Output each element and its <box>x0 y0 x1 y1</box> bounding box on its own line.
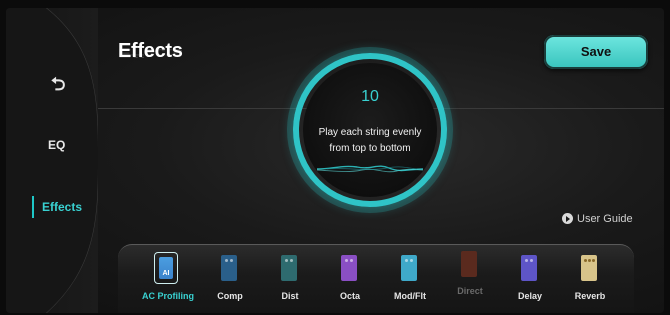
user-guide-link[interactable]: User Guide <box>562 213 633 225</box>
pedal-label: AC Profiling <box>142 291 194 301</box>
effects-pedal-tray: AI AC Profiling Comp Dist Octa Mod/Flt D… <box>118 244 634 313</box>
pedal-comp[interactable]: Comp <box>200 251 260 311</box>
pedal-label: Direct <box>457 286 483 296</box>
pedal-reverb[interactable]: Reverb <box>560 251 620 311</box>
app-window: ⮌ EQ Effects Effects Effects Save 10 Pla… <box>6 8 664 313</box>
play-circle-icon <box>562 213 573 224</box>
reverb-pedal-icon <box>581 255 597 281</box>
delay-pedal-icon <box>521 255 537 281</box>
pedal-direct[interactable]: Direct <box>440 251 500 311</box>
sidebar: ⮌ EQ Effects <box>6 8 98 313</box>
pedal-mod-flt[interactable]: Mod/Flt <box>380 251 440 311</box>
page-title-reflection: Effects <box>118 45 183 59</box>
sidebar-edge <box>6 8 98 313</box>
pedal-octa[interactable]: Octa <box>320 251 380 311</box>
mod-flt-pedal-icon <box>401 255 417 281</box>
dist-pedal-icon <box>281 255 297 281</box>
pedal-label: Octa <box>339 291 360 301</box>
pedal-label: Comp <box>217 291 243 301</box>
profiling-dial: 10 Play each string evenly from top to b… <box>287 47 453 213</box>
save-button[interactable]: Save <box>544 35 648 69</box>
comp-pedal-icon <box>221 255 237 281</box>
pedal-label: Dist <box>281 291 299 301</box>
octa-pedal-icon <box>341 255 357 281</box>
pedal-ac-profiling[interactable]: AI AC Profiling <box>138 251 198 311</box>
ai-pedal-icon: AI <box>159 257 173 279</box>
pedal-label: Mod/Flt <box>394 291 426 301</box>
pedal-label: Delay <box>517 291 543 301</box>
pedal-delay[interactable]: Delay <box>500 251 560 311</box>
sidebar-item-eq[interactable]: EQ <box>48 138 108 152</box>
back-arrow-icon[interactable]: ⮌ <box>51 72 111 102</box>
user-guide-label: User Guide <box>577 213 633 225</box>
countdown-value: 10 <box>361 88 379 105</box>
sidebar-item-effects[interactable]: Effects <box>32 196 92 218</box>
waveform-icon <box>317 165 423 173</box>
direct-pedal-icon <box>461 251 477 277</box>
pedal-label: Reverb <box>574 291 606 301</box>
selected-highlight: AI <box>154 252 178 284</box>
instruction-text: Play each string evenly from top to bott… <box>318 127 422 154</box>
pedal-dist[interactable]: Dist <box>260 251 320 311</box>
